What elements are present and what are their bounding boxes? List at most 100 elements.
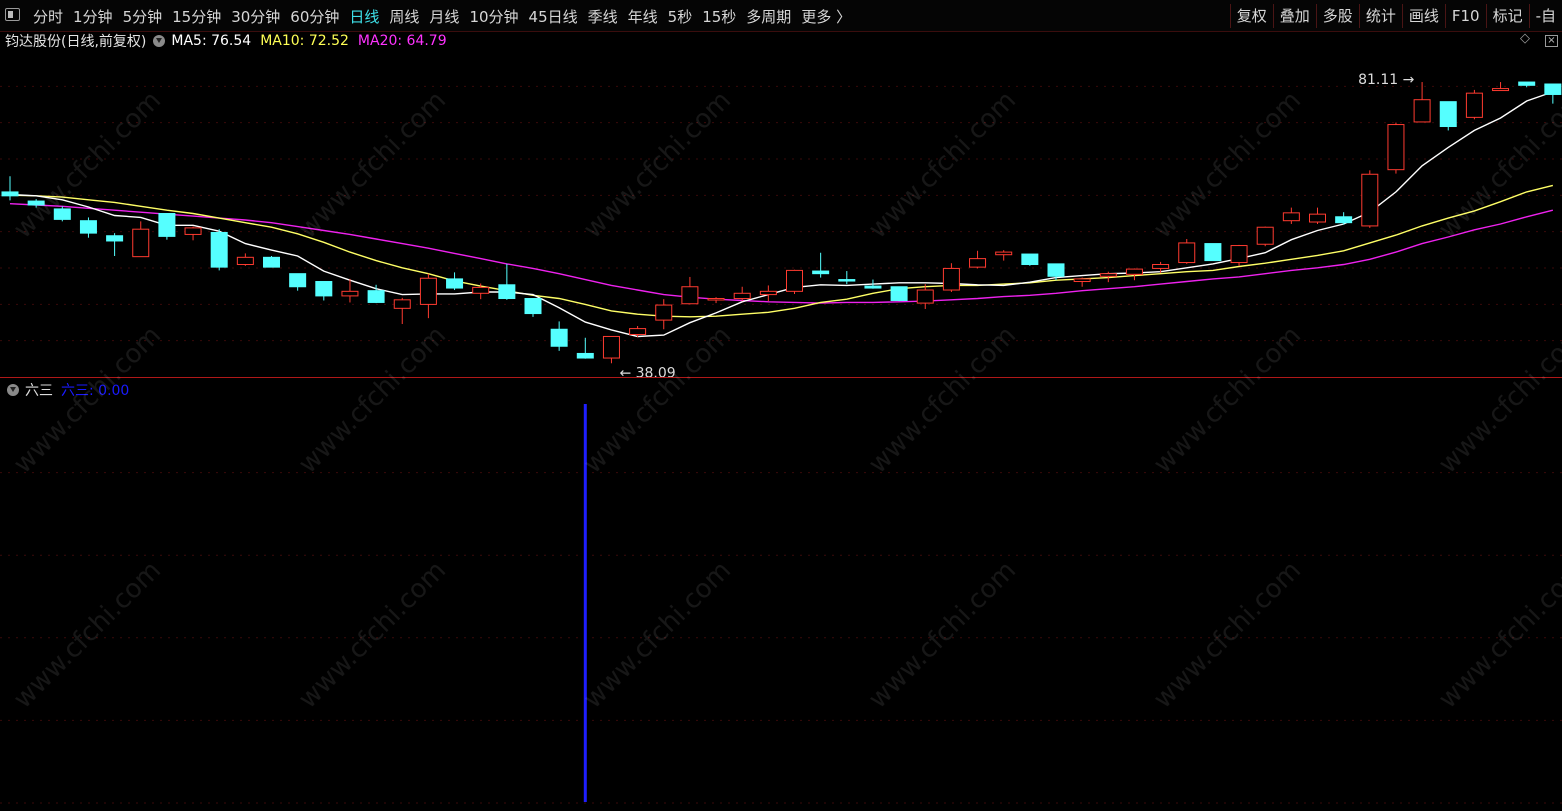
ma10-label: MA10: 72.52 [260, 33, 349, 49]
candle [786, 269, 803, 294]
tool-buttons: 复权 叠加 多股 统计 画线 F10 标记 -自 [1229, 4, 1562, 28]
tab-period-1[interactable]: 1分钟 [68, 6, 118, 27]
candle-body [27, 200, 45, 206]
candle-body [210, 231, 228, 268]
candle [498, 263, 516, 300]
tab-period-15[interactable]: 多周期 [741, 6, 796, 27]
tab-period-4[interactable]: 30分钟 [226, 6, 285, 27]
tab-period-16[interactable]: 更多 〉 [796, 6, 856, 27]
tab-period-8[interactable]: 月线 [424, 6, 464, 27]
candle-body [1282, 212, 1300, 222]
candle [472, 283, 490, 300]
candle-body [916, 289, 934, 304]
tool-button-7[interactable]: -自 [1528, 4, 1562, 28]
candle-body [890, 286, 908, 301]
tool-button-2[interactable]: 多股 [1315, 4, 1359, 28]
tab-period-6[interactable]: 日线 [344, 6, 384, 27]
candle [1439, 101, 1457, 131]
candle [1230, 244, 1248, 266]
indicator-chart[interactable] [0, 398, 1562, 811]
candle [236, 253, 254, 266]
candle-body [1387, 124, 1405, 171]
tool-button-6[interactable]: 标记 [1485, 4, 1529, 28]
candle [759, 285, 777, 302]
candle-body [79, 220, 97, 234]
tool-button-4[interactable]: 画线 [1401, 4, 1445, 28]
candle [916, 284, 934, 309]
candle-body [733, 292, 751, 300]
indicator-name: 六三 [25, 383, 53, 399]
candle [1361, 170, 1379, 228]
candle [1492, 82, 1510, 92]
candle [1021, 253, 1039, 266]
candle [681, 276, 699, 305]
candle [995, 250, 1013, 261]
candle [838, 271, 856, 285]
candle [524, 298, 542, 317]
candle [550, 321, 568, 351]
tool-button-3[interactable]: 统计 [1358, 4, 1402, 28]
candle [1387, 122, 1405, 174]
period-tabs: 分时 1分钟 5分钟 15分钟 30分钟 60分钟 日线 周线 月线 10分钟 45日线 季线 年线 5秒… [28, 0, 856, 32]
candle [1282, 207, 1300, 224]
candle [79, 217, 97, 238]
candle [1125, 268, 1143, 281]
tab-period-11[interactable]: 季线 [583, 6, 623, 27]
candle [733, 286, 751, 302]
tab-period-12[interactable]: 年线 [623, 6, 663, 27]
tool-button-5[interactable]: F10 [1444, 4, 1486, 28]
candle [1465, 89, 1483, 120]
tab-period-13[interactable]: 5秒 [663, 6, 698, 27]
tab-period-3[interactable]: 15分钟 [167, 6, 226, 27]
tab-period-0[interactable]: 分时 [28, 6, 68, 27]
candle [1204, 243, 1222, 262]
tab-period-9[interactable]: 10分钟 [464, 6, 523, 27]
candle [969, 250, 987, 269]
candle [393, 297, 411, 325]
candle-body [1335, 216, 1353, 224]
candle-body [655, 304, 673, 321]
chevron-down-icon[interactable] [153, 35, 166, 47]
chevron-down-icon[interactable] [7, 384, 19, 396]
price-chart-header: 钧达股份(日线,前复权) MA5: 76.54 MA10: 72.52 MA20… [0, 32, 447, 50]
candle [1309, 207, 1326, 224]
candle [1, 176, 19, 201]
tab-period-14[interactable]: 15秒 [697, 6, 741, 27]
diamond-icon[interactable]: ◇ [1520, 31, 1530, 46]
panel-divider[interactable] [0, 377, 1562, 378]
menu-toggle-icon[interactable] [5, 8, 20, 21]
candle [419, 273, 437, 319]
candlestick-chart[interactable]: ← 38.09 81.11 → [0, 50, 1562, 377]
candle [1073, 277, 1091, 287]
candle-body [289, 273, 307, 288]
high-price-label: 81.11 → [1358, 72, 1415, 88]
candle [106, 233, 124, 257]
candle-body [786, 269, 803, 292]
tool-button-0[interactable]: 复权 [1229, 4, 1273, 28]
tab-period-5[interactable]: 60分钟 [285, 6, 344, 27]
tab-period-2[interactable]: 5分钟 [118, 6, 168, 27]
candle-body [1230, 245, 1248, 264]
ma20-label: MA20: 64.79 [357, 33, 447, 49]
ma5-label: MA5: 76.54 [171, 33, 252, 49]
candle-body [53, 208, 71, 220]
close-icon[interactable]: × [1545, 35, 1558, 47]
candle-body [1047, 263, 1065, 277]
candle [53, 206, 71, 222]
candle-body [1492, 88, 1510, 92]
candle [315, 281, 333, 301]
candle-body [681, 286, 699, 305]
candle-body [576, 352, 594, 359]
candle [1544, 83, 1562, 104]
candle-body [341, 290, 359, 297]
candle [27, 199, 45, 208]
candle-body [236, 256, 254, 266]
candle-body [1021, 253, 1039, 266]
candle-body [419, 277, 437, 305]
tab-period-7[interactable]: 周线 [384, 6, 424, 27]
low-price-label: ← 38.09 [619, 365, 675, 377]
candle [1335, 212, 1353, 225]
tool-button-1[interactable]: 叠加 [1272, 4, 1316, 28]
candle-body [812, 270, 830, 275]
tab-period-10[interactable]: 45日线 [524, 6, 583, 27]
